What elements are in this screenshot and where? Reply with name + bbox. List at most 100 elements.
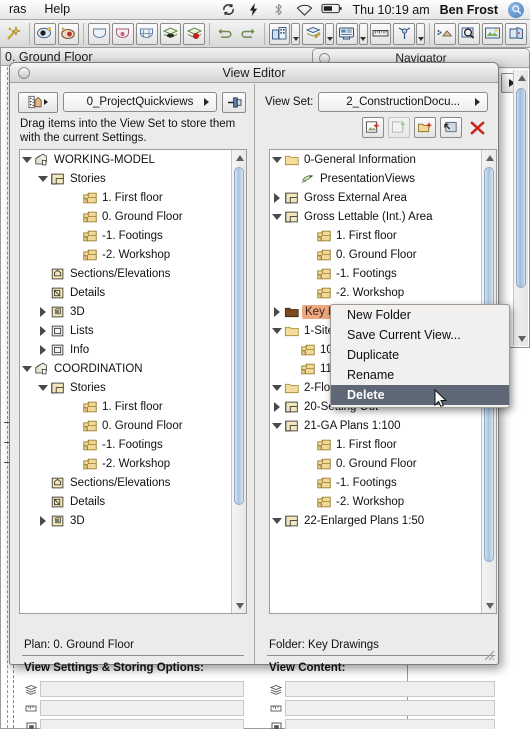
dimension-ruler-icon[interactable] [369,22,392,45]
navigator-scrollbar[interactable] [513,70,528,346]
scroll-up-icon[interactable] [517,74,526,81]
tree-row[interactable]: 3D [20,511,231,530]
chevron-down-icon[interactable] [20,157,34,163]
tree-row[interactable]: -2. Workshop [20,454,231,473]
tree-row[interactable]: -1. Footings [20,435,231,454]
scroll-up-icon[interactable] [235,154,244,161]
menubar-username[interactable]: Ben Frost [440,3,498,17]
delete-icon[interactable] [466,117,488,138]
chevron-down-icon[interactable] [270,214,284,220]
marquee-grid-icon[interactable] [135,22,158,45]
building-dropdown-arrow[interactable] [291,22,301,45]
tree-row[interactable]: 1. First floor [270,226,481,245]
tree-row[interactable]: 22-Enlarged Plans 1:50 [270,511,481,530]
tree-row[interactable]: 0. Ground Floor [270,245,481,264]
view-editor-titlebar[interactable]: View Editor [10,63,498,83]
undo-icon[interactable] [214,23,236,45]
zoom-find-icon[interactable] [457,22,480,45]
marquee-icon[interactable] [88,22,111,45]
chevron-down-icon[interactable] [270,518,284,524]
chevron-down-icon[interactable] [20,366,34,372]
project-map-popup[interactable]: 0_ProjectQuickviews [63,92,217,112]
tree-row[interactable]: Sections/Elevations [20,264,231,283]
pin-icon[interactable] [222,91,246,113]
tree-row[interactable]: -2. Workshop [270,492,481,511]
magic-wand-icon[interactable] [3,23,25,45]
scroll-down-icon[interactable] [485,602,494,609]
context-menu[interactable]: New Folder Save Current View... Duplicate R… [330,304,510,408]
menu-item-extras[interactable]: ras [0,0,35,19]
chevron-down-icon[interactable] [270,328,284,334]
view-set-toolbar[interactable] [362,117,488,138]
context-menu-item[interactable]: Duplicate [331,345,509,365]
tree-row[interactable]: Lists [20,321,231,340]
view-setting-row[interactable] [22,680,244,698]
view-content-row[interactable] [267,699,495,717]
view-content-value[interactable] [285,700,495,716]
layers-lock-icon[interactable] [183,22,206,45]
view-content-row[interactable] [267,680,495,698]
tree-row[interactable]: 0. Ground Floor [20,416,231,435]
redo-icon[interactable] [238,23,260,45]
view-setting-value[interactable] [40,700,244,716]
tree-row[interactable]: 3D [20,302,231,321]
chevron-right-icon[interactable] [270,402,284,412]
view-setting-value[interactable] [40,681,244,697]
chevron-right-icon[interactable] [270,307,284,317]
open-object-icon[interactable] [505,22,528,45]
project-map-tree-rows[interactable]: WORKING-MODEL Stories 1. First floor 0. Gro… [20,150,231,613]
chevron-right-icon[interactable] [36,307,50,317]
tree-row[interactable]: Stories [20,378,231,397]
bluetooth-icon[interactable] [271,2,286,17]
menubar[interactable]: ras Help Thu 10:19 am Ben Frost [0,0,530,20]
picture-icon[interactable] [481,22,504,45]
chevron-right-icon[interactable] [36,516,50,526]
project-map-scrollbar[interactable] [231,150,246,613]
view-set-popup[interactable]: 2_ConstructionDocu... [318,92,488,112]
chevron-down-icon[interactable] [270,385,284,391]
context-menu-item[interactable]: Rename [331,365,509,385]
wifi-icon[interactable] [296,2,312,17]
new-view-icon[interactable] [362,117,384,138]
application-toolbar[interactable] [0,20,530,48]
view-content-row[interactable] [267,718,495,729]
scrollbar-thumb[interactable] [234,167,244,505]
scroll-down-icon[interactable] [235,602,244,609]
chevron-down-icon[interactable] [36,385,50,391]
sync-icon[interactable] [221,2,236,17]
scroll-up-icon[interactable] [485,154,494,161]
view-setting-row[interactable] [22,718,244,729]
chevron-right-icon[interactable] [36,326,50,336]
marquee-dimension-icon[interactable] [112,22,134,45]
menu-item-help[interactable]: Help [35,0,79,19]
view-map-chooser-icon[interactable] [18,91,58,113]
tree-row[interactable]: -1. Footings [270,264,481,283]
view-setting-row[interactable] [22,699,244,717]
tree-row[interactable]: 0. Ground Floor [20,207,231,226]
axis-3d-icon[interactable] [393,22,416,45]
menubar-clock[interactable]: Thu 10:19 am [353,3,430,17]
resize-grip[interactable] [482,648,495,661]
view-setting-value[interactable] [40,719,244,729]
scrollbar-thumb[interactable] [516,88,526,288]
scroll-down-icon[interactable] [517,335,526,342]
section-icon[interactable] [302,22,325,45]
tree-row[interactable]: 1. First floor [270,435,481,454]
chevron-right-icon[interactable] [36,345,50,355]
tree-row[interactable]: 1. First floor [20,397,231,416]
tree-row[interactable]: -2. Workshop [20,245,231,264]
tree-row[interactable]: 1. First floor [20,188,231,207]
tree-row[interactable]: -2. Workshop [270,283,481,302]
chevron-down-icon[interactable] [36,176,50,182]
tree-row[interactable]: WORKING-MODEL [20,150,231,169]
project-map-tree[interactable]: WORKING-MODEL Stories 1. First floor 0. Gro… [19,149,247,614]
layer-settings-icon[interactable] [57,22,80,45]
perspective-icon[interactable] [434,22,456,45]
spotlight-search-icon[interactable] [508,1,524,18]
tree-row[interactable]: Info [20,340,231,359]
tree-row[interactable]: Gross External Area [270,188,481,207]
tree-row[interactable]: COORDINATION [20,359,231,378]
view-display-dropdown-arrow[interactable] [358,22,368,45]
tree-row[interactable]: 21-GA Plans 1:100 [270,416,481,435]
view-content-value[interactable] [285,719,495,729]
